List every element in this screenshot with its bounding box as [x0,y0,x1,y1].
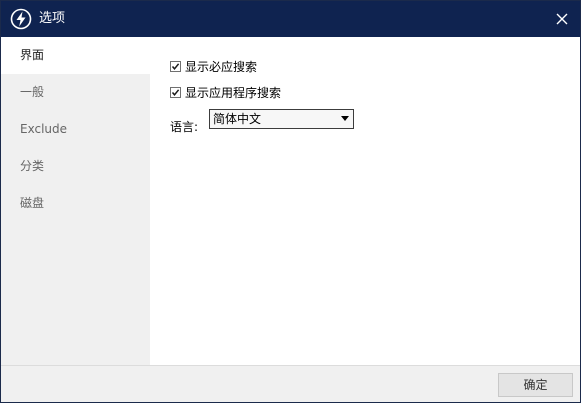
chevron-down-icon [341,116,349,121]
window-title: 选项 [39,11,66,26]
sidebar-item-label: 分类 [20,159,45,173]
sidebar: 界面 一般 Exclude 分类 磁盘 [1,37,150,365]
language-selected-value: 简体中文 [213,112,262,126]
show-app-search-label[interactable]: 显示应用程序搜索 [185,85,281,101]
checkmark-icon [171,63,180,70]
ok-button[interactable]: 确定 [498,373,573,397]
sidebar-item-label: 一般 [20,85,45,99]
lightning-logo-icon [10,8,32,30]
sidebar-item-label: 磁盘 [20,196,45,210]
sidebar-item-general[interactable]: 一般 [1,74,150,111]
title-bar: 选项 [1,1,580,37]
sidebar-item-exclude[interactable]: Exclude [1,111,150,148]
dialog-footer: 确定 [1,365,580,402]
checkmark-icon [171,89,180,96]
close-icon [556,13,568,25]
sidebar-item-interface[interactable]: 界面 [1,37,150,74]
settings-panel: 显示必应搜索 显示应用程序搜索 语言: 简体中文 [150,37,580,365]
show-bing-search-checkbox[interactable] [170,61,181,72]
language-label: 语言: [170,120,199,134]
sidebar-item-category[interactable]: 分类 [1,148,150,185]
show-bing-search-label[interactable]: 显示必应搜索 [185,59,257,75]
language-select[interactable]: 简体中文 [209,109,354,129]
show-app-search-checkbox[interactable] [170,87,181,98]
sidebar-item-label: Exclude [20,122,68,136]
sidebar-item-label: 界面 [20,48,45,62]
close-button[interactable] [548,5,576,33]
options-dialog: 选项 界面 一般 Exclude 分类 磁盘 显示必应搜索 显示应用程序搜索 语… [0,0,581,403]
sidebar-item-disk[interactable]: 磁盘 [1,185,150,222]
